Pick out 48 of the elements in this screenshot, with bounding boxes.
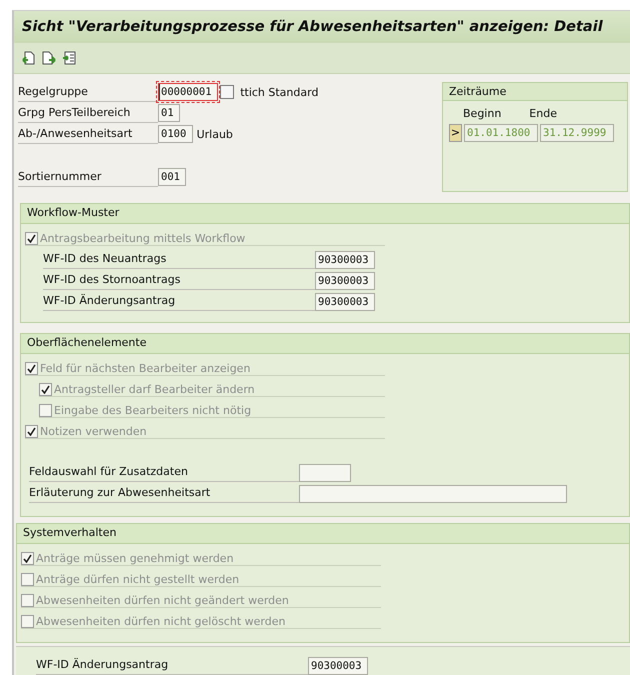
field-description: Urlaub — [196, 128, 233, 141]
checkbox-label: Feld für nächsten Bearbeiter anzeigen — [40, 362, 250, 375]
field-label: WF-ID Änderungsantrag — [36, 656, 308, 675]
checkbox-label: Antragsteller darf Bearbeiter ändern — [54, 382, 255, 396]
checkbox[interactable] — [25, 232, 38, 245]
input-field[interactable]: 90300003 — [315, 250, 376, 269]
checkbox[interactable] — [21, 572, 34, 586]
panel-title: Zeiträume — [443, 82, 627, 101]
checkbox[interactable] — [25, 424, 38, 438]
input-field[interactable]: 90300003 — [308, 656, 368, 675]
checkbox-label: Eingabe des Bearbeiters nicht nötig — [54, 404, 252, 417]
input-field[interactable]: 90300003 — [315, 272, 376, 290]
field-label: WF-ID des Stornoantrags — [43, 271, 315, 290]
checkbox-label: Abwesenheiten dürfen nicht geändert werden — [36, 594, 289, 607]
checkbox[interactable] — [21, 614, 34, 628]
checkbox-label: Antragsbearbeitung mittels Workflow — [40, 232, 246, 245]
checkbox[interactable] — [25, 362, 38, 375]
field-description: ttich Standard — [240, 86, 318, 99]
input-field[interactable]: 00000001 — [158, 83, 218, 102]
field-label: WF-ID des Neuantrags — [43, 250, 315, 270]
section-title: Systemverhalten — [17, 524, 629, 544]
checkbox-label: Abwesenheiten dürfen nicht gelöscht werden — [36, 614, 286, 628]
checkbox-label: Anträge müssen genehmigt werden — [36, 552, 234, 565]
input-field[interactable]: 001 — [158, 168, 186, 186]
input-field[interactable] — [299, 464, 351, 482]
column-header: Beginn — [463, 106, 502, 120]
page-back-icon[interactable] — [22, 50, 36, 65]
checkbox-label: Anträge dürfen nicht gestellt werden — [36, 572, 240, 586]
section-title: Oberflächenelemente — [21, 334, 629, 354]
input-field[interactable] — [299, 484, 567, 503]
checkbox[interactable] — [39, 382, 52, 396]
page-forward-icon[interactable] — [42, 50, 56, 65]
input-field[interactable]: 90300003 — [315, 292, 376, 311]
field-label: Erläuterung zur Abwesenheitsart — [29, 484, 299, 504]
value-help-icon[interactable] — [220, 85, 234, 100]
field-label: WF-ID Änderungsantrag — [43, 292, 315, 312]
checkbox[interactable] — [39, 404, 52, 417]
section-title: Workflow-Muster — [21, 204, 629, 224]
checkbox[interactable] — [21, 552, 34, 565]
checkbox-label: Notizen verwenden — [40, 424, 147, 438]
input-field[interactable]: 01 — [158, 104, 180, 122]
checkbox[interactable] — [21, 594, 34, 607]
field-label: Feldauswahl für Zusatzdaten — [29, 463, 299, 482]
select-entry-icon[interactable] — [62, 50, 76, 65]
select-button[interactable]: > — [449, 124, 462, 142]
window-title: Sicht "Verarbeitungsprozesse für Abwesenheitsarten" anzeigen: Detail — [14, 11, 630, 43]
column-header: Ende — [529, 106, 557, 120]
input-field[interactable]: 0100 — [158, 125, 193, 144]
